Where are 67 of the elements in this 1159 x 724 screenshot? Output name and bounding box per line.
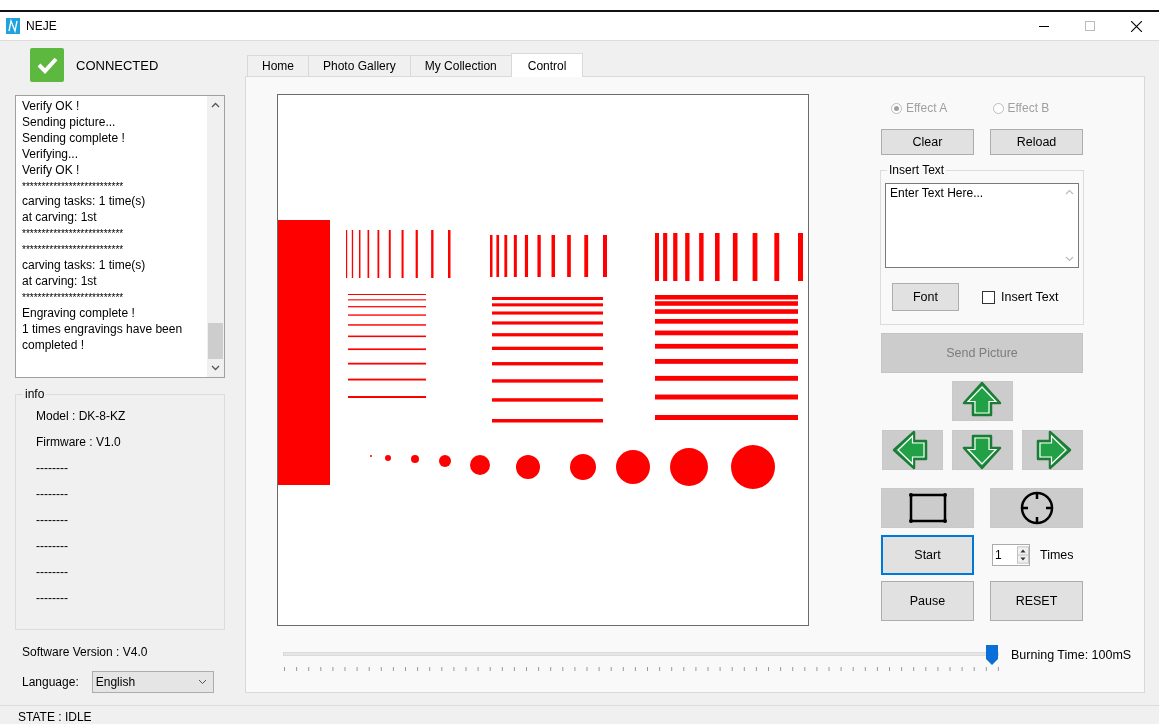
right-arrow-button[interactable] <box>1021 430 1083 470</box>
info-line: -------- <box>36 461 69 477</box>
tab[interactable]: Home <box>247 55 309 76</box>
info-line: -------- <box>36 487 69 503</box>
log-line: at carving: 1st <box>22 210 98 227</box>
language-dropdown[interactable]: English <box>91 671 214 693</box>
checkbox-label: Insert Text <box>1001 290 1059 304</box>
app-logo-icon <box>6 18 20 34</box>
log-line: ************************** <box>22 243 125 258</box>
info-line: -------- <box>36 513 69 529</box>
window-title: NEJE <box>26 19 57 33</box>
connection-status: CONNECTED <box>76 57 159 73</box>
log-line: carving tasks: 1 time(s) <box>22 194 147 211</box>
log-line: ************************** <box>22 179 125 194</box>
clear-button[interactable]: Clear <box>881 129 974 155</box>
info-line: -------- <box>36 565 69 581</box>
burning-time-label: Burning Time: 100mS <box>1011 648 1132 662</box>
dropdown-caret-icon <box>197 679 207 685</box>
log-line: Verify OK ! <box>22 162 81 179</box>
up-arrow-button[interactable] <box>951 381 1013 421</box>
log-line: Verifying... <box>22 146 80 163</box>
checkbox[interactable] <box>982 290 995 304</box>
tab[interactable]: Photo Gallery <box>308 55 411 76</box>
reset-button[interactable]: RESET <box>990 581 1083 621</box>
log-line: ************************** <box>22 290 125 305</box>
log-line: 1 times engravings have been completed ! <box>22 321 184 354</box>
close-icon <box>1130 20 1142 32</box>
slider-thumb[interactable] <box>985 645 998 665</box>
crosshair-icon <box>1018 490 1055 526</box>
down-arrow-button[interactable] <box>951 430 1013 470</box>
info-line: Model : DK-8-KZ <box>36 409 127 425</box>
tab[interactable]: Control <box>510 53 584 77</box>
maximize-icon <box>1085 21 1095 31</box>
group-title: Insert Text <box>887 163 947 177</box>
radio-label: Effect B <box>1007 101 1050 115</box>
software-version: Software Version : V4.0 <box>22 645 149 659</box>
log-line: Sending picture... <box>22 114 117 131</box>
log-line: ************************** <box>22 227 125 242</box>
log-line: Verify OK ! <box>22 99 81 115</box>
info-line: Firmware : V1.0 <box>36 435 122 451</box>
times-label: Times <box>1040 548 1074 562</box>
times-spinbox[interactable]: 1 <box>992 544 1030 566</box>
log-line: carving tasks: 1 time(s) <box>22 258 147 274</box>
tab[interactable]: My Collection <box>409 55 512 76</box>
frame-button[interactable] <box>881 488 974 528</box>
scrollbar-thumb[interactable] <box>208 323 223 359</box>
info-title: info <box>23 387 47 401</box>
rectangle-icon <box>907 492 948 524</box>
info-line: -------- <box>36 591 69 607</box>
status-text: STATE : IDLE <box>18 710 92 724</box>
log-line: Sending complete ! <box>22 130 126 147</box>
left-arrow-button[interactable] <box>881 430 943 470</box>
language-label: Language: <box>22 675 79 689</box>
center-button[interactable] <box>990 488 1083 528</box>
spin-arrows-icon[interactable] <box>1017 545 1029 565</box>
info-line: -------- <box>36 539 69 555</box>
font-button[interactable]: Font <box>892 283 959 311</box>
reload-button[interactable]: Reload <box>990 129 1083 155</box>
log-line: Engraving complete ! <box>22 305 136 322</box>
start-button[interactable]: Start <box>881 535 974 575</box>
log-line: at carving: 1st <box>22 273 98 290</box>
log-box[interactable] <box>15 95 225 378</box>
scroll-up-icon[interactable] <box>211 101 220 110</box>
pause-button[interactable]: Pause <box>881 581 974 621</box>
scroll-down-icon[interactable] <box>211 363 220 372</box>
radio-label: Effect A <box>906 101 948 115</box>
burning-time-slider[interactable] <box>283 644 999 674</box>
